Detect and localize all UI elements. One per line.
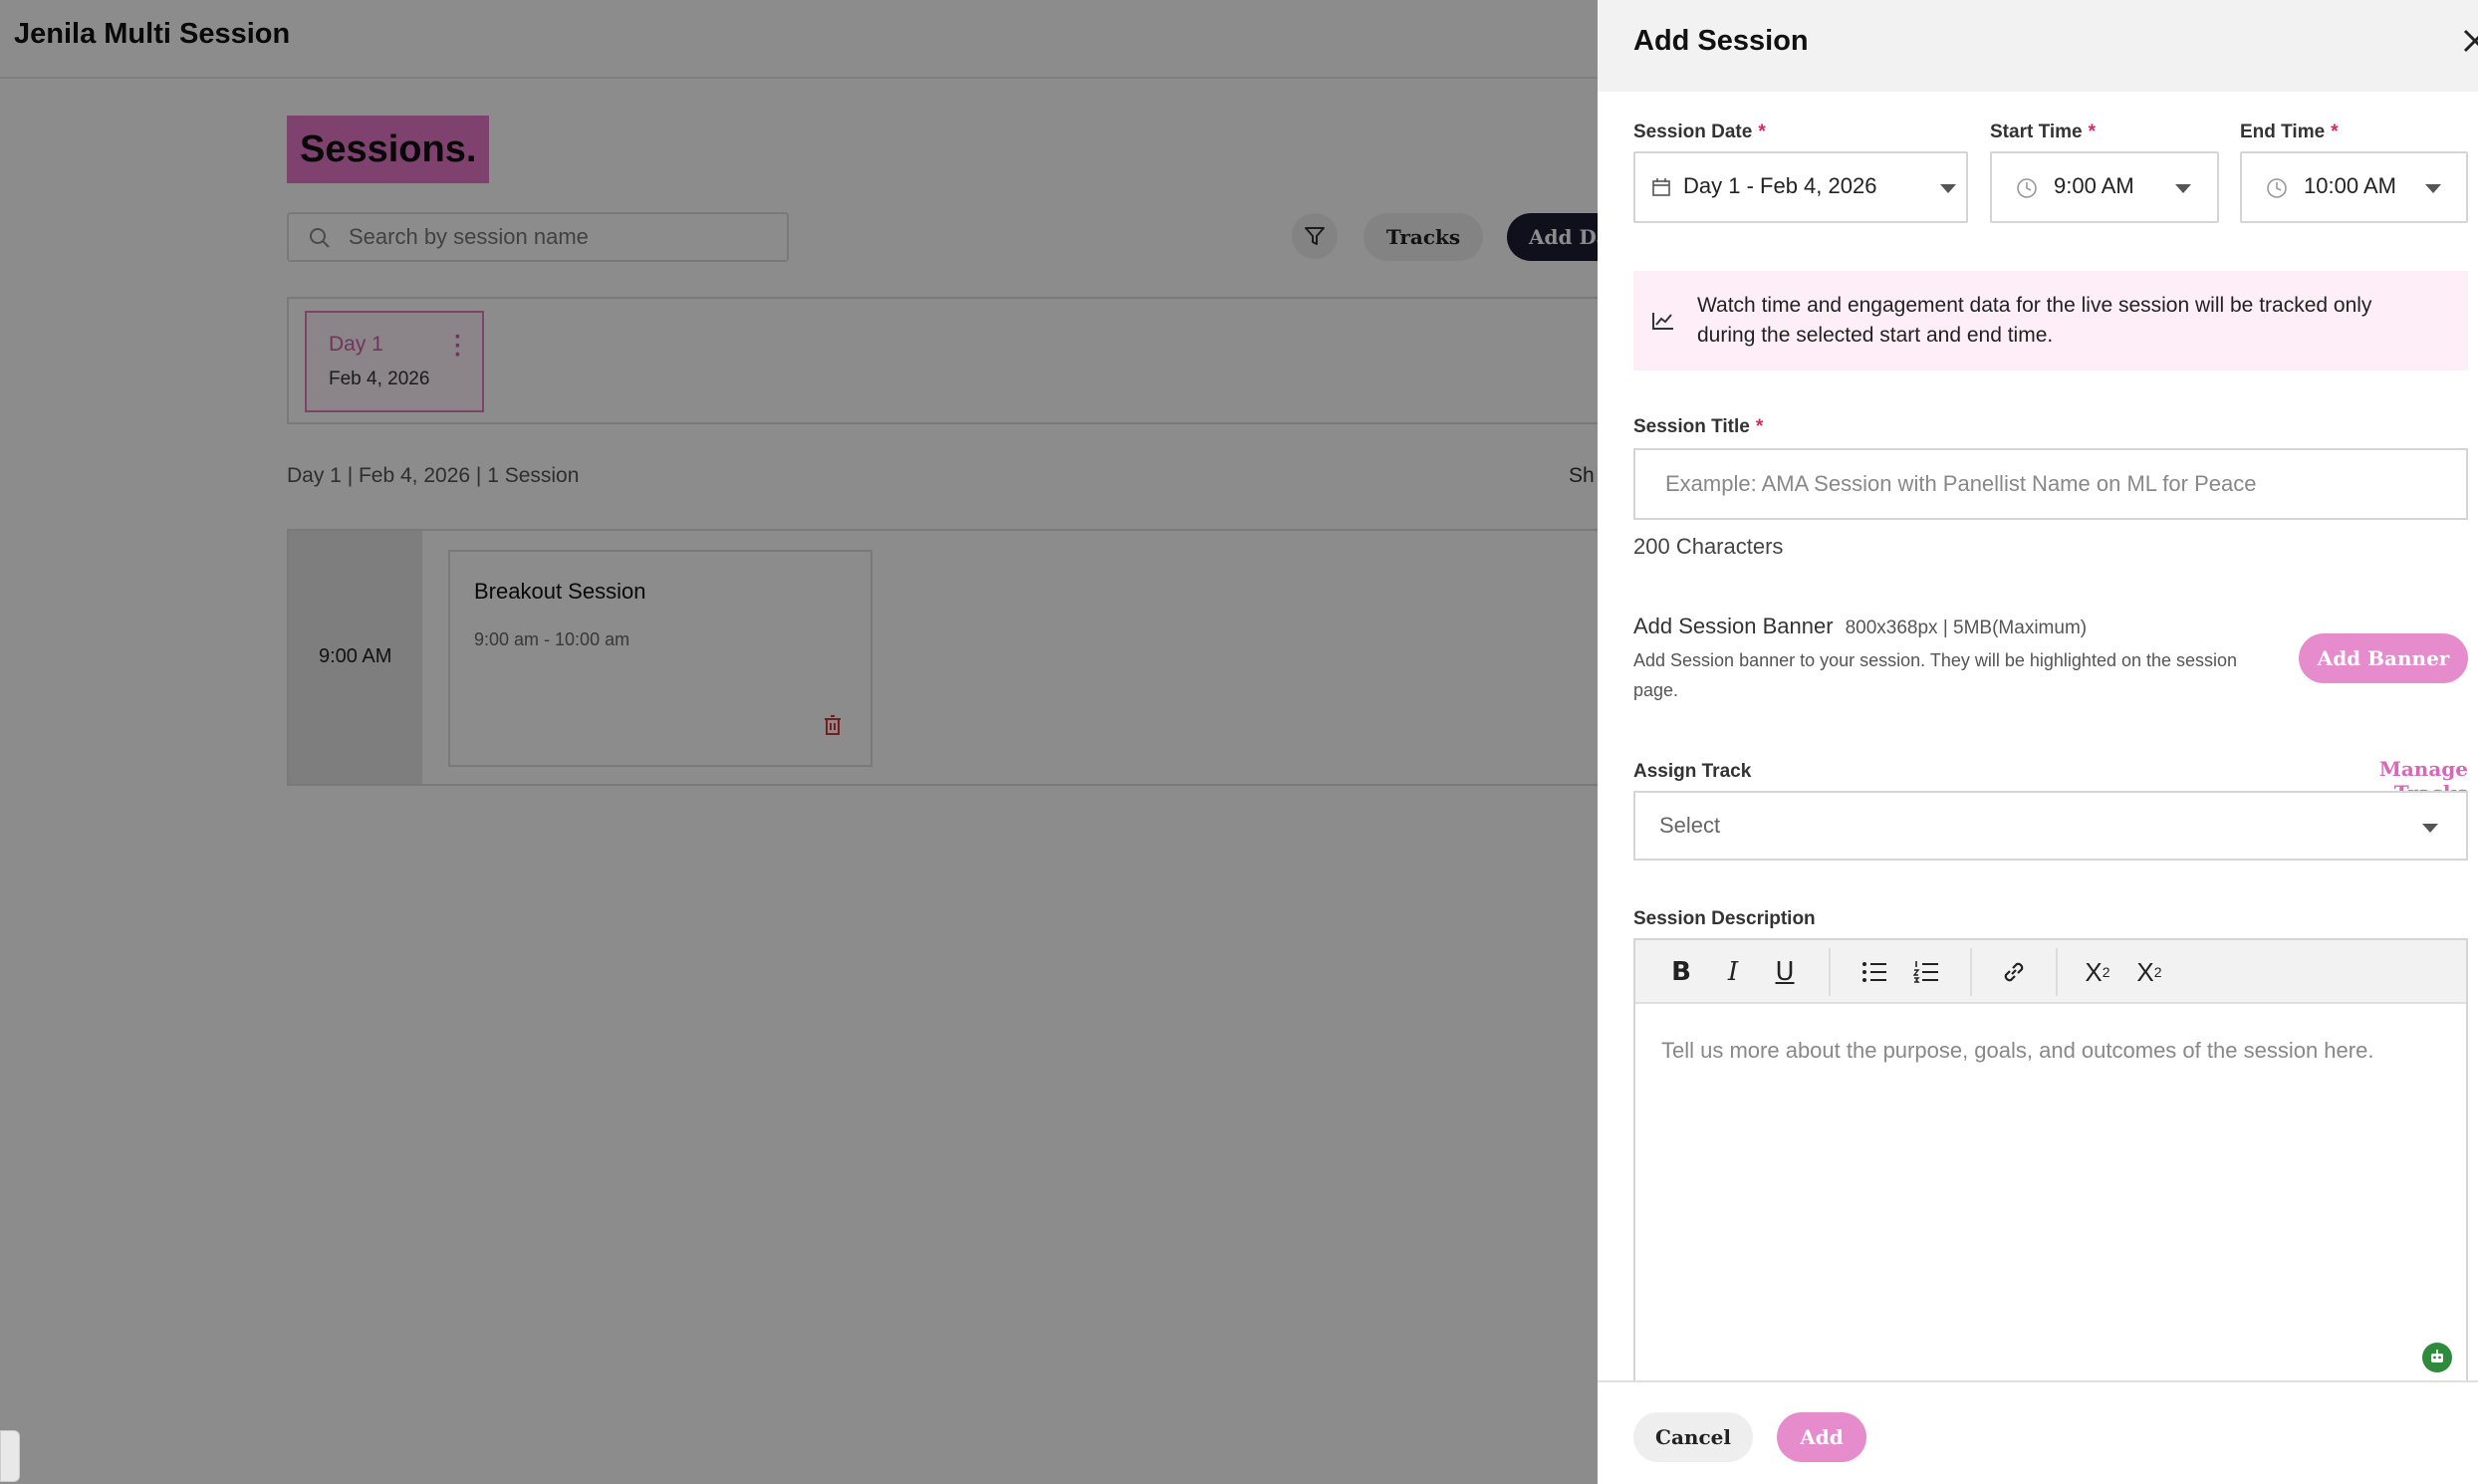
toolbar-divider (1970, 948, 1972, 996)
subscript-icon[interactable]: X2 (2131, 954, 2167, 990)
clock-icon (2267, 178, 2287, 198)
start-time-label: Start Time * (1990, 122, 2096, 143)
session-date-label: Session Date * (1633, 122, 1766, 143)
toolbar-divider (2056, 948, 2058, 996)
end-time-label-text: End Time (2240, 122, 2326, 142)
start-time-value: 9:00 AM (2054, 173, 2134, 198)
bold-icon[interactable]: B (1663, 954, 1699, 990)
clock-icon (2017, 178, 2037, 198)
start-time-select[interactable]: 9:00 AM (1990, 151, 2219, 223)
banner-heading-text: Add Session Banner (1633, 614, 1834, 638)
modal-overlay[interactable] (0, 0, 1598, 1484)
bot-glyph (2431, 1350, 2443, 1362)
link-icon[interactable] (1996, 954, 2032, 990)
assistant-icon[interactable] (2422, 1343, 2452, 1372)
toolbar-divider (1829, 948, 1831, 996)
banner-heading: Add Session Banner 800x368px | 5MB(Maximu… (1633, 614, 2087, 639)
start-time-label-text: Start Time (1990, 122, 2083, 142)
trend-chart-icon (1652, 313, 1673, 330)
drawer-title: Add Session (1633, 25, 1809, 57)
link-glyph (2004, 962, 2024, 982)
session-description-label: Session Description (1633, 908, 1816, 929)
character-limit: 200 Characters (1633, 534, 1784, 559)
chevron-down-icon (1940, 184, 1956, 193)
required-mark: * (1758, 122, 1766, 142)
end-time-value: 10:00 AM (2304, 173, 2396, 198)
session-title-label-text: Session Title (1633, 416, 1750, 437)
assign-track-value: Select (1659, 813, 1721, 838)
end-time-label: End Time * (2240, 122, 2339, 143)
tracking-info-banner: Watch time and engagement data for the l… (1633, 271, 2468, 371)
numbered-list-glyph (1913, 961, 1938, 983)
assign-track-select[interactable]: Select (1633, 791, 2468, 861)
cancel-button[interactable]: Cancel (1633, 1412, 1753, 1462)
calendar-icon (1652, 178, 1670, 196)
close-icon[interactable] (2460, 26, 2478, 56)
add-button[interactable]: Add (1777, 1412, 1866, 1462)
required-mark: * (1755, 416, 1764, 437)
session-date-select[interactable]: Day 1 - Feb 4, 2026 (1633, 151, 1968, 223)
bullet-list-icon[interactable] (1857, 954, 1892, 990)
required-mark: * (2088, 122, 2096, 142)
drawer-header: Add Session (1598, 0, 2478, 92)
session-title-input[interactable] (1633, 448, 2468, 520)
banner-description: Add Session banner to your session. They… (1633, 650, 2238, 700)
tracking-info-text: Watch time and engagement data for the l… (1697, 294, 2372, 347)
chevron-down-icon (2422, 824, 2438, 833)
drawer-footer: Cancel Add (1598, 1380, 2478, 1484)
chevron-down-icon (2175, 184, 2191, 193)
description-editor[interactable]: B I U X 2 X 2 Tell us more about the pur… (1633, 938, 2468, 1382)
add-banner-button[interactable]: Add Banner (2299, 633, 2468, 683)
bullet-list-glyph (1862, 962, 1886, 982)
required-mark: * (2331, 122, 2339, 142)
editor-toolbar: B I U X 2 X 2 (1635, 940, 2466, 1004)
session-date-value: Day 1 - Feb 4, 2026 (1683, 173, 1877, 198)
banner-spec: 800x368px | 5MB(Maximum) (1845, 618, 2088, 638)
chevron-down-icon (2425, 184, 2441, 193)
assign-track-label: Assign Track (1633, 761, 1752, 782)
side-handle[interactable] (0, 1430, 20, 1482)
underline-icon[interactable]: U (1767, 954, 1803, 990)
description-placeholder: Tell us more about the purpose, goals, a… (1661, 1038, 2374, 1063)
end-time-select[interactable]: 10:00 AM (2240, 151, 2468, 223)
session-date-label-text: Session Date (1633, 122, 1753, 142)
add-session-drawer: Add Session Session Date * Day 1 - Feb 4,… (1598, 0, 2478, 1484)
superscript-icon[interactable]: X2 (2080, 954, 2115, 990)
numbered-list-icon[interactable] (1908, 954, 1944, 990)
session-title-label: Session Title * (1633, 416, 1763, 438)
italic-icon[interactable]: I (1715, 954, 1751, 990)
